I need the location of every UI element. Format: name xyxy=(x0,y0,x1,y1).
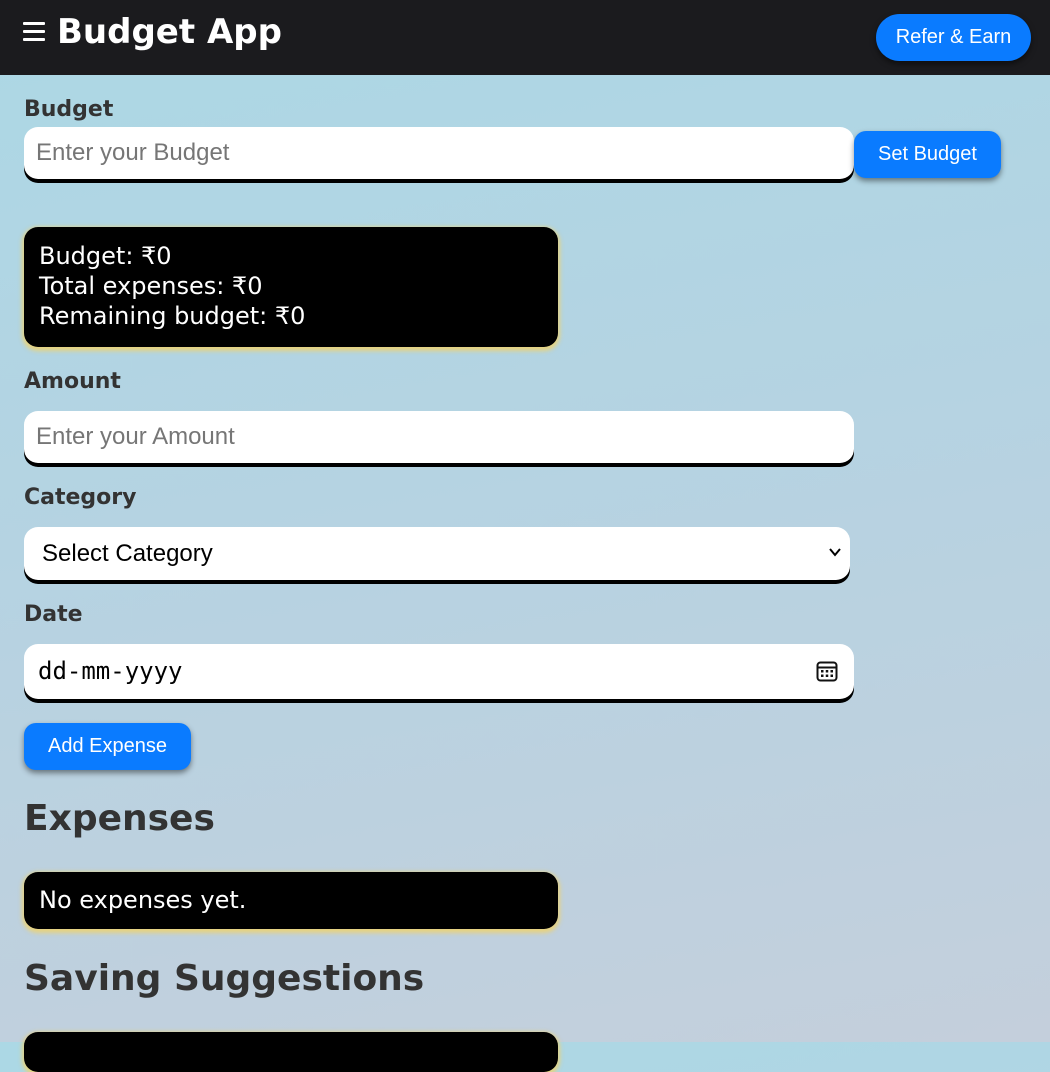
budget-value: Budget: ₹0 xyxy=(39,242,172,270)
refer-and-earn-button[interactable]: Refer & Earn xyxy=(876,14,1031,61)
saving-suggestions-heading: Saving Suggestions xyxy=(24,958,425,999)
date-placeholder: dd-mm-yyyy xyxy=(38,657,183,685)
category-selected-value: Select Category xyxy=(42,540,213,567)
date-input[interactable]: dd-mm-yyyy xyxy=(24,644,854,699)
amount-label: Amount xyxy=(24,369,121,394)
budget-summary-card: Budget: ₹0 Total expenses: ₹0 Remaining … xyxy=(24,227,558,347)
app-title: Budget App xyxy=(57,12,282,52)
expenses-heading: Expenses xyxy=(24,798,215,839)
total-expenses-value: Total expenses: ₹0 xyxy=(39,272,263,300)
budget-label: Budget xyxy=(24,97,114,122)
add-expense-button[interactable]: Add Expense xyxy=(24,723,191,770)
category-label: Category xyxy=(24,485,137,510)
expenses-list: No expenses yet. xyxy=(24,872,558,929)
menu-icon[interactable] xyxy=(23,20,45,44)
amount-input[interactable] xyxy=(24,411,854,463)
date-label: Date xyxy=(24,602,83,627)
remaining-budget-value: Remaining budget: ₹0 xyxy=(39,302,306,330)
chevron-down-icon xyxy=(829,548,841,557)
set-budget-button[interactable]: Set Budget xyxy=(854,131,1001,178)
top-navbar: Budget App Refer & Earn xyxy=(0,0,1050,75)
category-select[interactable]: Select Category xyxy=(24,527,850,580)
calendar-icon[interactable] xyxy=(815,659,839,683)
saving-suggestions-card xyxy=(24,1032,558,1072)
empty-expenses-text: No expenses yet. xyxy=(39,886,247,914)
budget-input[interactable] xyxy=(24,127,854,179)
